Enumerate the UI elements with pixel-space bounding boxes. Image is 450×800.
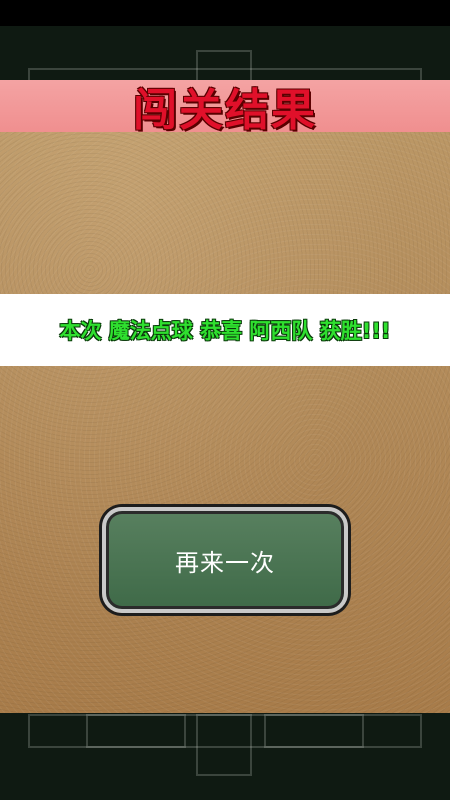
field-grid-line-2 xyxy=(264,714,364,748)
sand-texture xyxy=(0,80,450,713)
title-band: 闯关结果 xyxy=(0,80,450,136)
status-bar xyxy=(0,0,450,26)
retry-button-label: 再来一次 xyxy=(175,548,275,577)
field-grid-line-1 xyxy=(86,714,186,748)
field-goal-box-bottom xyxy=(196,714,252,776)
sand-panel xyxy=(0,80,450,713)
result-message: 本次 魔法点球 恭喜 阿西队 获胜!!! xyxy=(59,319,391,343)
retry-button[interactable]: 再来一次 xyxy=(102,507,348,613)
result-band: 本次 魔法点球 恭喜 阿西队 获胜!!! xyxy=(0,294,450,366)
page-title: 闯关结果 xyxy=(133,85,317,136)
